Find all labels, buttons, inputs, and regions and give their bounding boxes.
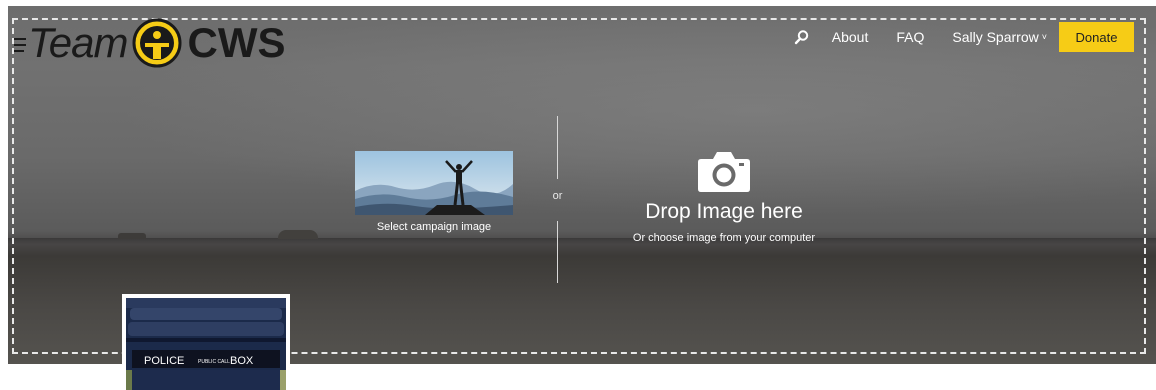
team-cws-logo[interactable]: Team CWS bbox=[14, 18, 286, 68]
camera-icon[interactable] bbox=[697, 149, 751, 193]
campaign-image-thumbnail[interactable] bbox=[355, 151, 513, 215]
profile-avatar[interactable]: POLICE PUBLIC CALL BOX bbox=[122, 294, 290, 390]
top-nav: About FAQ Sally Sparrow ˅ Donate bbox=[794, 22, 1134, 52]
or-label: or bbox=[552, 190, 563, 202]
chevron-down-icon: ˅ bbox=[1041, 32, 1047, 42]
mountain-summit-picture bbox=[355, 151, 513, 215]
search-icon[interactable] bbox=[794, 29, 810, 45]
choose-image-link[interactable]: Or choose image from your computer bbox=[600, 232, 848, 244]
sign-police: POLICE bbox=[144, 355, 184, 367]
divider bbox=[557, 221, 558, 283]
select-campaign-image-caption[interactable]: Select campaign image bbox=[355, 221, 513, 233]
divider bbox=[557, 116, 558, 179]
logo-team-text: Team bbox=[28, 19, 129, 66]
donate-button[interactable]: Donate bbox=[1059, 22, 1134, 52]
nav-link-about[interactable]: About bbox=[832, 29, 869, 45]
user-menu[interactable]: Sally Sparrow ˅ bbox=[952, 29, 1047, 45]
sign-public-call: PUBLIC CALL bbox=[198, 359, 230, 365]
logo-cws-text: CWS bbox=[187, 19, 286, 66]
police-box-picture: POLICE PUBLIC CALL BOX bbox=[126, 298, 286, 390]
logo-speed-lines bbox=[14, 38, 26, 52]
drop-image-title: Drop Image here bbox=[645, 200, 803, 223]
user-name: Sally Sparrow bbox=[952, 29, 1039, 45]
nav-link-faq[interactable]: FAQ bbox=[896, 29, 924, 45]
sign-box: BOX bbox=[230, 355, 254, 367]
cws-emblem-icon bbox=[132, 18, 182, 68]
